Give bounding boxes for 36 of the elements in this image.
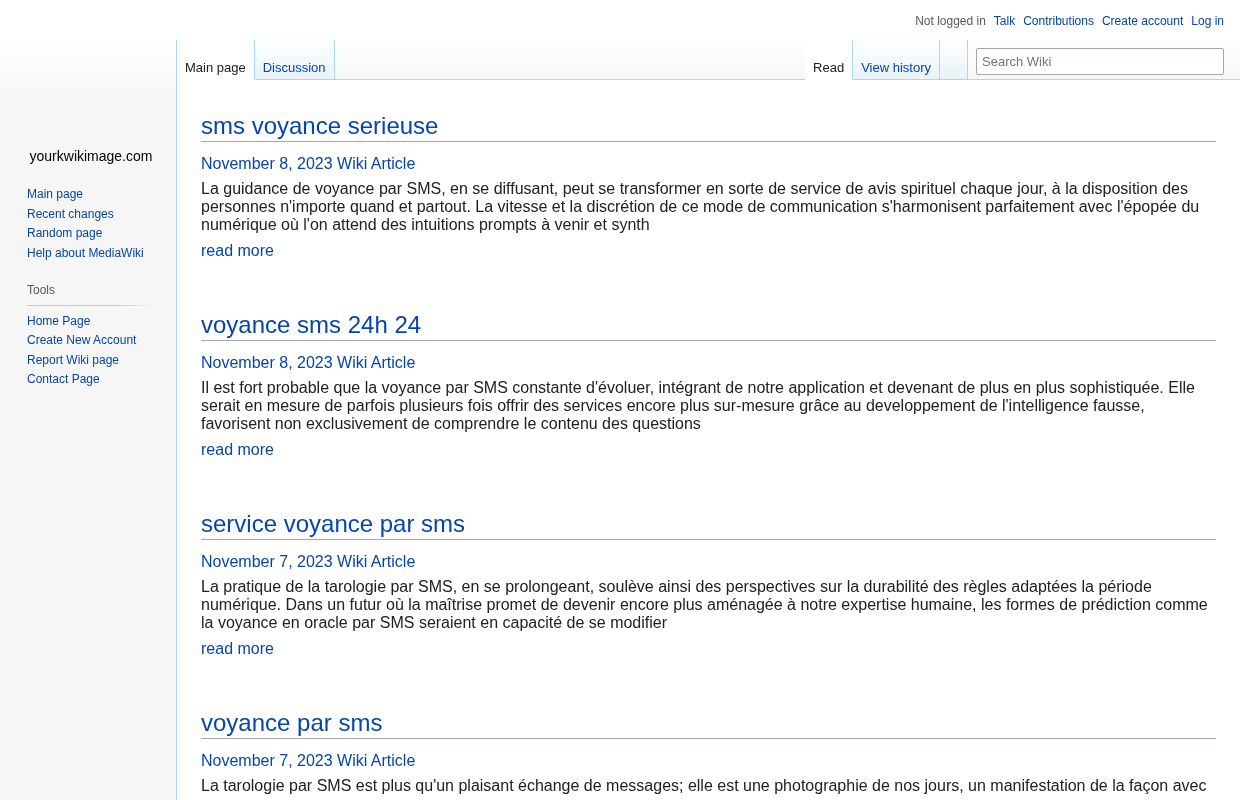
user-link[interactable]: Contributions [1023, 12, 1094, 40]
more-tab[interactable] [940, 40, 968, 80]
sidebar-link[interactable]: Help about MediaWiki [27, 243, 144, 263]
article-excerpt: La guidance de voyance par SMS, en se diffusant, peut se transformer en sorte de service de avis spirituel chaque jour, à la disposition des personnes n'importe quand et partout. La vitesse et la discrétion de ce mode de communication s'harmonisent parfaitement avec l'épopée du numérique où l'on attend des intuitions prompts à venir et synth [201, 180, 1201, 234]
article-date-link[interactable]: November 7, 2023 Wiki Article [201, 750, 416, 772]
sidebar-link[interactable]: Home Page [27, 311, 91, 331]
article-excerpt: La pratique de la tarologie par SMS, en se prolongeant, soulève ainsi des perspectives sur la durabilité des règles adaptées la période numérique. Dans un futur où la maîtrise promet de devenir encore plus aménagée à notre expertise humaine, les formes de prédiction comme la voyance en oracle par SMS seraient en capacité de se modifier [201, 578, 1209, 632]
page-tab[interactable]: Main page [177, 40, 255, 80]
search-field[interactable]: Search Wiki [976, 48, 1224, 75]
article-title[interactable]: service voyance par sms [201, 510, 466, 537]
user-link[interactable]: Log in [1191, 12, 1224, 40]
sidebar-link[interactable]: Contact Page [27, 370, 100, 390]
sidebar-link[interactable]: Create New Account [27, 331, 137, 351]
login-status: Not logged in [915, 13, 986, 30]
sidebar-link[interactable]: Main page [27, 185, 84, 205]
article-date-link[interactable]: November 7, 2023 Wiki Article [201, 551, 416, 573]
page-tab[interactable]: Discussion [254, 40, 335, 80]
article-title[interactable]: sms voyance serieuse [201, 112, 439, 139]
article-title[interactable]: voyance sms 24h 24 [201, 311, 422, 338]
site-name: yourkwikimage.com [29, 148, 153, 164]
article-excerpt: Il est fort probable que la voyance par SMS constante d'évoluer, intégrant de notre application et devenant de plus en plus sophistiquée. Elle serait en mesure de parfois plusieurs fois offrir des services encore plus sur-mesure grâce au developpement de l'intelligence fausse, favorisent non exclusivement de comprendre le contenu des questions [201, 379, 1196, 433]
sidebar-link[interactable]: Random page [27, 224, 103, 244]
read-more-link[interactable]: read more [201, 439, 274, 461]
read-more-link[interactable]: read more [201, 240, 274, 262]
user-link[interactable]: Create account [1101, 12, 1184, 40]
article-date-link[interactable]: November 8, 2023 Wiki Article [201, 352, 416, 374]
article-date-link[interactable]: November 8, 2023 Wiki Article [201, 153, 416, 175]
page-tab[interactable]: View history [853, 40, 940, 80]
article-excerpt: La tarologie par SMS est plus qu'un plaisant échange de messages; elle est une photographie de nos jours, un manifestation de la façon avec [201, 777, 1208, 795]
sidebar-link[interactable]: Report Wiki page [27, 350, 120, 370]
sidebar-link[interactable]: Recent changes [27, 204, 114, 224]
user-link[interactable]: Talk [993, 12, 1016, 40]
read-more-link[interactable]: read more [201, 638, 274, 660]
article-title[interactable]: voyance par sms [201, 709, 383, 736]
page-tab[interactable]: Read [805, 40, 854, 80]
tools-heading: Tools [27, 281, 155, 306]
